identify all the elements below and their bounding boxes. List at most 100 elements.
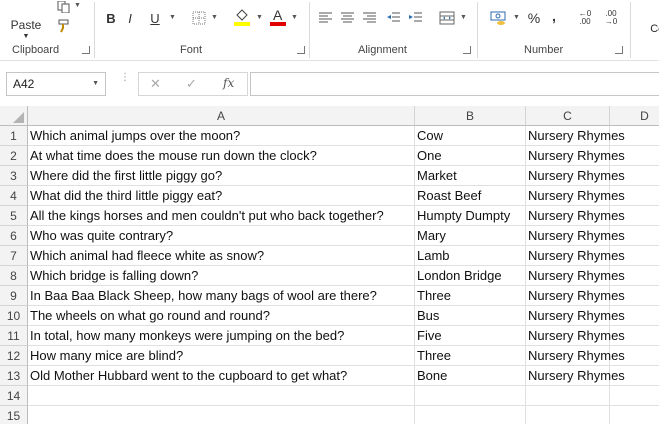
- accounting-dropdown-icon[interactable]: ▼: [513, 14, 520, 21]
- cell-a[interactable]: Old Mother Hubbard went to the cupboard …: [28, 366, 415, 386]
- cell-d[interactable]: [610, 406, 659, 424]
- cell-b[interactable]: Three: [415, 286, 526, 306]
- cell-d[interactable]: [610, 286, 659, 306]
- font-color-dropdown-icon[interactable]: ▼: [291, 14, 298, 21]
- cell-c[interactable]: [526, 386, 610, 406]
- column-header-a[interactable]: A: [28, 106, 415, 126]
- copy-icon[interactable]: [54, 0, 74, 14]
- borders-icon[interactable]: [190, 9, 208, 27]
- cell-d[interactable]: [610, 166, 659, 186]
- row-header[interactable]: 5: [0, 206, 28, 226]
- cell-a[interactable]: [28, 386, 415, 406]
- cell-c[interactable]: Nursery Rhymes: [526, 366, 625, 386]
- cell-b[interactable]: Lamb: [415, 246, 526, 266]
- cell-d[interactable]: [610, 366, 659, 386]
- cell-b[interactable]: Five: [415, 326, 526, 346]
- cell-b[interactable]: Mary: [415, 226, 526, 246]
- align-right-icon[interactable]: [362, 10, 378, 26]
- cell-b[interactable]: [415, 386, 526, 406]
- cell-b[interactable]: London Bridge: [415, 266, 526, 286]
- row-header[interactable]: 13: [0, 366, 28, 386]
- row-header[interactable]: 7: [0, 246, 28, 266]
- accounting-format-icon[interactable]: [489, 8, 509, 28]
- cell-c[interactable]: Nursery Rhymes: [526, 266, 625, 286]
- cell-c[interactable]: Nursery Rhymes: [526, 346, 625, 366]
- chevron-down-icon[interactable]: ▼: [92, 80, 99, 87]
- cell-a[interactable]: What did the third little piggy eat?: [28, 186, 415, 206]
- cell-d[interactable]: [610, 226, 659, 246]
- decrease-indent-icon[interactable]: [386, 10, 402, 26]
- row-header[interactable]: 10: [0, 306, 28, 326]
- fill-color-icon[interactable]: [232, 6, 252, 28]
- number-launcher-icon[interactable]: [615, 46, 623, 54]
- row-header[interactable]: 15: [0, 406, 28, 424]
- cell-b[interactable]: Bus: [415, 306, 526, 326]
- cell-a[interactable]: At what time does the mouse run down the…: [28, 146, 415, 166]
- decrease-decimal-button[interactable]: .00 →0: [600, 8, 622, 28]
- cell-a[interactable]: Where did the first little piggy go?: [28, 166, 415, 186]
- row-header[interactable]: 8: [0, 266, 28, 286]
- align-center-icon[interactable]: [340, 10, 356, 26]
- italic-button[interactable]: I: [122, 8, 138, 28]
- column-header-d[interactable]: D: [610, 106, 659, 126]
- merge-center-icon[interactable]: [438, 9, 456, 27]
- percent-style-button[interactable]: %: [526, 8, 542, 28]
- cell-a[interactable]: All the kings horses and men couldn't pu…: [28, 206, 415, 226]
- cell-a[interactable]: Which animal jumps over the moon?: [28, 126, 415, 146]
- name-box[interactable]: A42 ▼: [6, 72, 106, 96]
- column-header-b[interactable]: B: [415, 106, 526, 126]
- row-header[interactable]: 9: [0, 286, 28, 306]
- row-header[interactable]: 2: [0, 146, 28, 166]
- cell-c[interactable]: Nursery Rhymes: [526, 126, 625, 146]
- row-header[interactable]: 11: [0, 326, 28, 346]
- cell-c[interactable]: Nursery Rhymes: [526, 246, 625, 266]
- cell-c[interactable]: Nursery Rhymes: [526, 326, 625, 346]
- cell-d[interactable]: [610, 246, 659, 266]
- row-header[interactable]: 4: [0, 186, 28, 206]
- clipboard-launcher-icon[interactable]: [82, 46, 90, 54]
- insert-function-icon[interactable]: fx: [223, 76, 234, 90]
- cell-a[interactable]: The wheels on what go round and round?: [28, 306, 415, 326]
- alignment-launcher-icon[interactable]: [463, 46, 471, 54]
- cell-d[interactable]: [610, 346, 659, 366]
- increase-indent-icon[interactable]: [408, 10, 424, 26]
- cell-b[interactable]: Cow: [415, 126, 526, 146]
- cell-d[interactable]: [610, 206, 659, 226]
- cell-a[interactable]: Which bridge is falling down?: [28, 266, 415, 286]
- font-color-icon[interactable]: A: [268, 6, 288, 28]
- merge-dropdown-icon[interactable]: ▼: [460, 14, 467, 21]
- row-header[interactable]: 6: [0, 226, 28, 246]
- row-header[interactable]: 3: [0, 166, 28, 186]
- cell-b[interactable]: Humpty Dumpty: [415, 206, 526, 226]
- copy-dropdown-icon[interactable]: ▼: [74, 2, 81, 9]
- cell-a[interactable]: [28, 406, 415, 424]
- cell-d[interactable]: [610, 186, 659, 206]
- cell-b[interactable]: Bone: [415, 366, 526, 386]
- column-header-c[interactable]: C: [526, 106, 610, 126]
- underline-dropdown-icon[interactable]: ▼: [169, 14, 176, 21]
- cell-b[interactable]: Roast Beef: [415, 186, 526, 206]
- align-left-icon[interactable]: [318, 10, 334, 26]
- bold-button[interactable]: B: [102, 8, 120, 28]
- cell-c[interactable]: Nursery Rhymes: [526, 306, 625, 326]
- cell-a[interactable]: Which animal had fleece white as snow?: [28, 246, 415, 266]
- cell-a[interactable]: In Baa Baa Black Sheep, how many bags of…: [28, 286, 415, 306]
- row-header[interactable]: 1: [0, 126, 28, 146]
- cell-c[interactable]: [526, 406, 610, 424]
- fill-color-dropdown-icon[interactable]: ▼: [256, 14, 263, 21]
- cancel-icon[interactable]: ✕: [150, 76, 161, 92]
- conditional-formatting-button[interactable]: Cor For: [638, 8, 659, 38]
- underline-button[interactable]: U: [146, 8, 164, 28]
- increase-decimal-button[interactable]: ←0 .00: [574, 8, 596, 28]
- cell-a[interactable]: Who was quite contrary?: [28, 226, 415, 246]
- cell-c[interactable]: Nursery Rhymes: [526, 286, 625, 306]
- cell-b[interactable]: One: [415, 146, 526, 166]
- comma-style-button[interactable]: ,: [548, 6, 560, 26]
- font-launcher-icon[interactable]: [297, 46, 305, 54]
- cell-c[interactable]: Nursery Rhymes: [526, 166, 625, 186]
- cell-d[interactable]: [610, 386, 659, 406]
- cell-c[interactable]: Nursery Rhymes: [526, 186, 625, 206]
- row-header[interactable]: 12: [0, 346, 28, 366]
- worksheet-grid[interactable]: A B C D 1 Which animal jumps over the moo…: [0, 106, 659, 424]
- cell-a[interactable]: In total, how many monkeys were jumping …: [28, 326, 415, 346]
